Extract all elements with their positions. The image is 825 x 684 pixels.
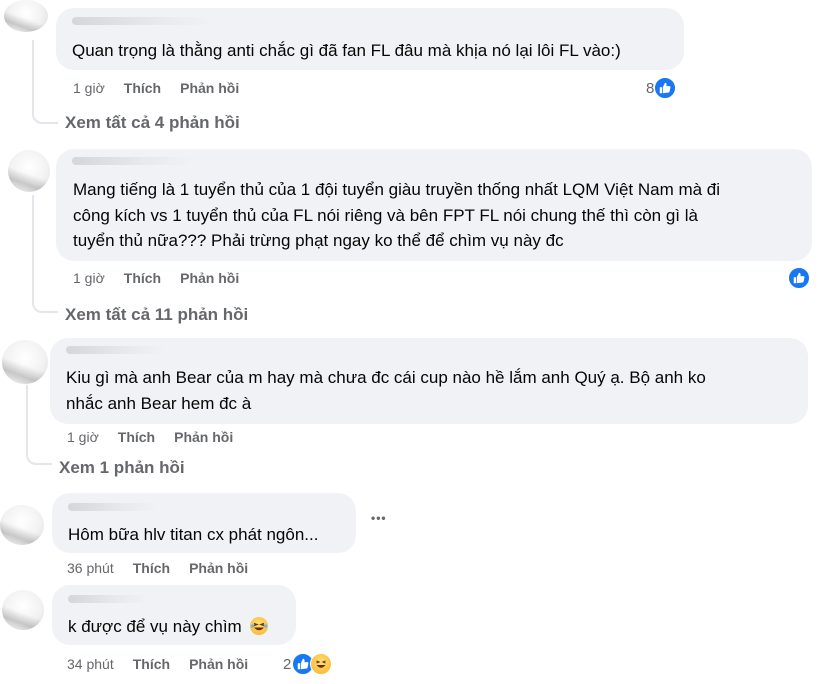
thread-line (26, 385, 28, 455)
comment-timestamp[interactable]: 34 phút (67, 656, 114, 672)
comment-bubble: Quan trọng là thằng anti chắc gì đã fan … (56, 8, 684, 70)
thread-connector (32, 297, 58, 313)
comment-timestamp[interactable]: 1 giờ (73, 80, 105, 96)
reaction-summary[interactable]: 2 (283, 653, 333, 675)
comment-text: công kích vs 1 tuyển thủ của FL nói riên… (73, 206, 698, 225)
reply-button[interactable]: Phản hồi (174, 429, 233, 445)
like-button[interactable]: Thích (118, 429, 155, 445)
laughing-emoji-icon (250, 617, 269, 635)
author-name[interactable] (66, 346, 166, 354)
comment-actions: 36 phút Thích Phản hồi (67, 560, 248, 576)
author-name[interactable] (72, 17, 212, 25)
comment-timestamp[interactable]: 36 phút (67, 560, 114, 576)
comment-text: tuyển thủ nữa??? Phải trừng phạt ngay ko… (73, 231, 564, 250)
avatar[interactable] (8, 150, 50, 192)
thread-connector (32, 108, 58, 124)
comment-bubble: k được để vụ này chìm (52, 585, 296, 645)
comment-text: k được để vụ này chìm (68, 615, 269, 639)
comment-actions: 34 phút Thích Phản hồi (67, 656, 248, 672)
thread-line (32, 195, 34, 303)
comment-actions: 1 giờ Thích Phản hồi (73, 80, 239, 96)
reply-button[interactable]: Phản hồi (180, 270, 239, 286)
comment-timestamp[interactable]: 1 giờ (67, 429, 99, 445)
avatar[interactable] (0, 505, 44, 545)
comment-text-content: k được để vụ này chìm (68, 617, 242, 636)
like-button[interactable]: Thích (124, 270, 161, 286)
like-icon (654, 77, 677, 99)
author-name[interactable] (72, 157, 192, 165)
comment-text: Kiu gì mà anh Bear của m hay mà chưa đc … (66, 368, 706, 387)
avatar[interactable] (4, 0, 48, 32)
comment-bubble: Hôm bữa hlv titan cx phát ngôn... (52, 493, 356, 553)
reaction-count: 2 (283, 655, 292, 673)
like-button[interactable]: Thích (133, 656, 170, 672)
comment-text: Quan trọng là thằng anti chắc gì đã fan … (72, 41, 621, 60)
comment-text: Hôm bữa hlv titan cx phát ngôn... (68, 525, 319, 544)
thread-line (32, 40, 34, 114)
reply-button[interactable]: Phản hồi (189, 560, 248, 576)
avatar[interactable] (2, 340, 48, 384)
author-name[interactable] (68, 503, 158, 511)
thread-connector (26, 449, 52, 465)
view-replies-link[interactable]: Xem tất cả 11 phản hồi (65, 305, 248, 325)
author-name[interactable] (68, 595, 148, 603)
like-icon (788, 267, 810, 289)
comment-actions: 1 giờ Thích Phản hồi (73, 270, 239, 286)
comment-text: Mang tiếng là 1 tuyển thủ của 1 đội tuyể… (73, 180, 721, 199)
more-options-button[interactable]: ••• (371, 511, 387, 525)
comment-text: nhắc anh Bear hem đc à (66, 394, 252, 413)
reaction-count: 8 (646, 79, 655, 97)
reply-button[interactable]: Phản hồi (189, 656, 248, 672)
view-replies-link[interactable]: Xem tất cả 4 phản hồi (65, 113, 240, 133)
comment-timestamp[interactable]: 1 giờ (73, 270, 105, 286)
like-button[interactable]: Thích (124, 80, 161, 96)
like-button[interactable]: Thích (133, 560, 170, 576)
comment-bubble: Mang tiếng là 1 tuyển thủ của 1 đội tuyể… (56, 149, 812, 261)
avatar[interactable] (2, 590, 44, 630)
comment-bubble: Kiu gì mà anh Bear của m hay mà chưa đc … (50, 338, 808, 424)
reply-button[interactable]: Phản hồi (180, 80, 239, 96)
comment-actions: 1 giờ Thích Phản hồi (67, 429, 233, 445)
reaction-summary[interactable] (788, 267, 810, 289)
haha-icon (310, 653, 333, 675)
reaction-summary[interactable]: 8 (646, 77, 677, 99)
view-replies-link[interactable]: Xem 1 phản hồi (59, 458, 185, 478)
